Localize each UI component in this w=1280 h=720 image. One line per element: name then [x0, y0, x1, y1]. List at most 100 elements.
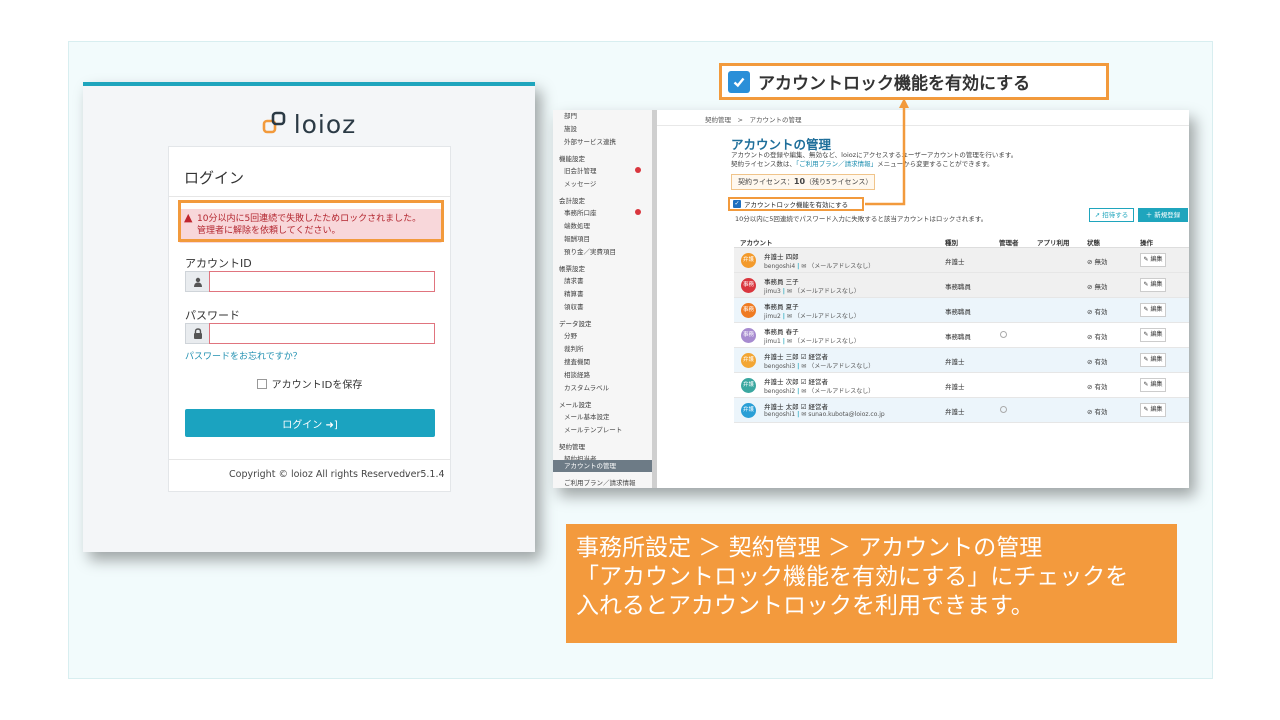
sidebar-item[interactable]: 報酬項目: [564, 233, 590, 243]
column-header-app: アプリ利用: [1037, 239, 1070, 247]
account-name-text: 事務員 三子: [764, 278, 799, 286]
plan-link[interactable]: 「ご利用プラン／請求情報」: [796, 160, 877, 168]
sidebar-item[interactable]: 外部サービス連携: [564, 136, 616, 146]
account-name: 弁護士 次郎 ☑ 経営者: [764, 376, 828, 386]
mail-icon: ✉: [786, 338, 792, 345]
sidebar-section-heading: 会計設定: [559, 197, 585, 205]
account-status: ⊘ 有効: [1087, 308, 1108, 316]
invite-button[interactable]: ➚ 招待する: [1089, 208, 1134, 222]
account-name-text: 弁護士 次郎: [764, 378, 799, 386]
sidebar-item[interactable]: 分野: [564, 330, 577, 340]
account-mail: （メールアドレスなし）: [808, 263, 875, 270]
account-kind: 事務職員: [945, 283, 971, 291]
sidebar-section-heading: 帳票設定: [559, 265, 585, 273]
sidebar-item[interactable]: 精算書: [564, 288, 584, 298]
account-status: ⊘ 無効: [1087, 258, 1108, 266]
login-card: ログイン ▲ 10分以内に5回連続で失敗したためロックされました。 管理者に解除…: [168, 146, 451, 492]
page-description: アカウントの登録や編集、無効など、loiozにアクセスするユーザーアカウントの管…: [731, 151, 1017, 169]
sidebar-item[interactable]: 相談経路: [564, 369, 590, 379]
account-mail: （メールアドレスなし）: [793, 313, 860, 320]
account-name: 弁護士 太郎 ☑ 経営者: [764, 401, 828, 411]
lock-option-highlight-box: [728, 197, 864, 211]
license-rest: （残り5ライセンス）: [805, 178, 873, 186]
sidebar-item[interactable]: 施設: [564, 123, 577, 133]
sidebar-item[interactable]: 旧会計管理: [564, 165, 597, 175]
mail-icon: ✉: [801, 363, 807, 370]
column-header-kind: 種別: [945, 239, 958, 247]
divider: [169, 459, 450, 460]
table-row[interactable]: 事務 事務員 夏子 jimu2 | ✉ （メールアドレスなし） 事務職員 ⊘ 有効 ✎ …: [734, 298, 1189, 323]
sidebar-item[interactable]: ご利用プラン／請求情報: [564, 477, 636, 487]
account-id: jimu2 | ✉ （メールアドレスなし）: [764, 311, 860, 320]
sidebar-item[interactable]: 預り金／実費項目: [564, 246, 616, 256]
table-row[interactable]: 弁護 弁護士 三郎 ☑ 経営者 bengoshi3 | ✉ （メールアドレスなし）弁…: [734, 348, 1189, 373]
sidebar-item[interactable]: 捜査機関: [564, 356, 590, 366]
table-row[interactable]: 弁護 弁護士 四郎 bengoshi4 | ✉ （メールアドレスなし） 弁護士 ⊘ 無…: [734, 248, 1189, 273]
account-status: ⊘ 無効: [1087, 283, 1108, 291]
version-text: ver5.1.4: [405, 469, 445, 480]
sidebar-item[interactable]: 裁判所: [564, 343, 584, 353]
edit-button[interactable]: ✎ 編集: [1140, 403, 1166, 417]
account-mail: （メールアドレスなし）: [808, 388, 875, 395]
lock-icon: [185, 323, 209, 344]
account-status: ⊘ 有効: [1087, 408, 1108, 416]
sidebar-item[interactable]: 部門: [564, 110, 577, 120]
account-id: bengoshi4 | ✉ （メールアドレスなし）: [764, 261, 874, 270]
desc-line-2: 契約ライセンス数は、「ご利用プラン／請求情報」メニューから変更することができます…: [731, 160, 1017, 169]
edit-button[interactable]: ✎ 編集: [1140, 353, 1166, 367]
edit-button[interactable]: ✎ 編集: [1140, 328, 1166, 342]
table-row[interactable]: 弁護 弁護士 太郎 ☑ 経営者 bengoshi1 | ✉ sunao.kubota…: [734, 398, 1189, 423]
mail-icon: ✉: [801, 411, 807, 418]
edit-button[interactable]: ✎ 編集: [1140, 378, 1166, 392]
account-id-text: bengoshi3: [764, 363, 796, 370]
column-header-status: 状態: [1087, 239, 1100, 247]
sidebar-item[interactable]: 請求書: [564, 275, 584, 285]
account-id-input[interactable]: [209, 271, 435, 292]
account-id-text: jimu1: [764, 338, 781, 345]
logo: loioz: [83, 106, 535, 142]
table-row[interactable]: 事務 事務員 春子 jimu1 | ✉ （メールアドレスなし） 事務職員 ⊘ 有効 ✎ …: [734, 323, 1189, 348]
sidebar-item[interactable]: 端数処理: [564, 220, 590, 230]
table-row[interactable]: 弁護 弁護士 次郎 ☑ 経営者 bengoshi2 | ✉ （メールアドレスなし）弁…: [734, 373, 1189, 398]
remember-id[interactable]: アカウントIDを保存: [169, 376, 450, 391]
sidebar-section-heading: 機能設定: [559, 155, 585, 163]
checkbox-checked-icon: [728, 70, 750, 93]
license-label: 契約ライセンス：: [738, 178, 794, 186]
sidebar-item[interactable]: メッセージ: [564, 178, 596, 188]
column-header-account: アカウント: [740, 239, 773, 247]
edit-button[interactable]: ✎ 編集: [1140, 303, 1166, 317]
sidebar: 部門施設外部サービス連携機能設定旧会計管理メッセージ会計設定事務所口座端数処理報…: [553, 110, 655, 488]
login-button[interactable]: ログイン ➜]: [185, 409, 435, 437]
sidebar-section-heading: メール設定: [559, 401, 592, 409]
edit-label: 編集: [1150, 406, 1163, 413]
account-name-text: 弁護士 太郎: [764, 403, 799, 411]
sidebar-item[interactable]: メールテンプレート: [564, 424, 622, 434]
account-kind: 事務職員: [945, 308, 971, 316]
sidebar-item[interactable]: カスタムラベル: [564, 382, 609, 392]
avatar: 弁護: [741, 378, 756, 393]
account-name: 事務員 夏子: [764, 301, 799, 311]
new-account-button[interactable]: ＋ 新規登録: [1138, 208, 1188, 222]
column-header-actions: 操作: [1140, 239, 1153, 247]
account-id-text: bengoshi2: [764, 388, 796, 395]
sidebar-item[interactable]: メール基本設定: [564, 411, 610, 421]
column-header-admin: 管理者: [999, 239, 1019, 247]
copyright-text: Copyright © loioz All rights Reserved.: [229, 469, 409, 480]
desc-line-1: アカウントの登録や編集、無効など、loiozにアクセスするユーザーアカウントの管…: [731, 151, 1018, 159]
instruction-line-3: 入れるとアカウントロックを利用できます。: [576, 593, 1034, 619]
sidebar-item[interactable]: 事務所口座: [564, 207, 597, 217]
sidebar-item[interactable]: 領収書: [564, 301, 584, 311]
user-icon: [185, 271, 209, 292]
license-count: 10: [793, 177, 806, 186]
password-input[interactable]: [209, 323, 435, 344]
table-row[interactable]: 事務 事務員 三子 jimu3 | ✉ （メールアドレスなし） 事務職員 ⊘ 無効 ✎ …: [734, 273, 1189, 298]
edit-button[interactable]: ✎ 編集: [1140, 253, 1166, 267]
edit-button[interactable]: ✎ 編集: [1140, 278, 1166, 292]
account-status: ⊘ 有効: [1087, 333, 1108, 341]
forgot-password-link[interactable]: パスワードをお忘れですか？: [185, 349, 302, 362]
remember-checkbox[interactable]: [256, 378, 267, 389]
desc-text-a: 契約ライセンス数は、: [731, 160, 796, 168]
edit-label: 編集: [1150, 356, 1163, 363]
account-id: jimu3 | ✉ （メールアドレスなし）: [764, 286, 860, 295]
sidebar-item[interactable]: アカウントの管理: [553, 460, 652, 472]
